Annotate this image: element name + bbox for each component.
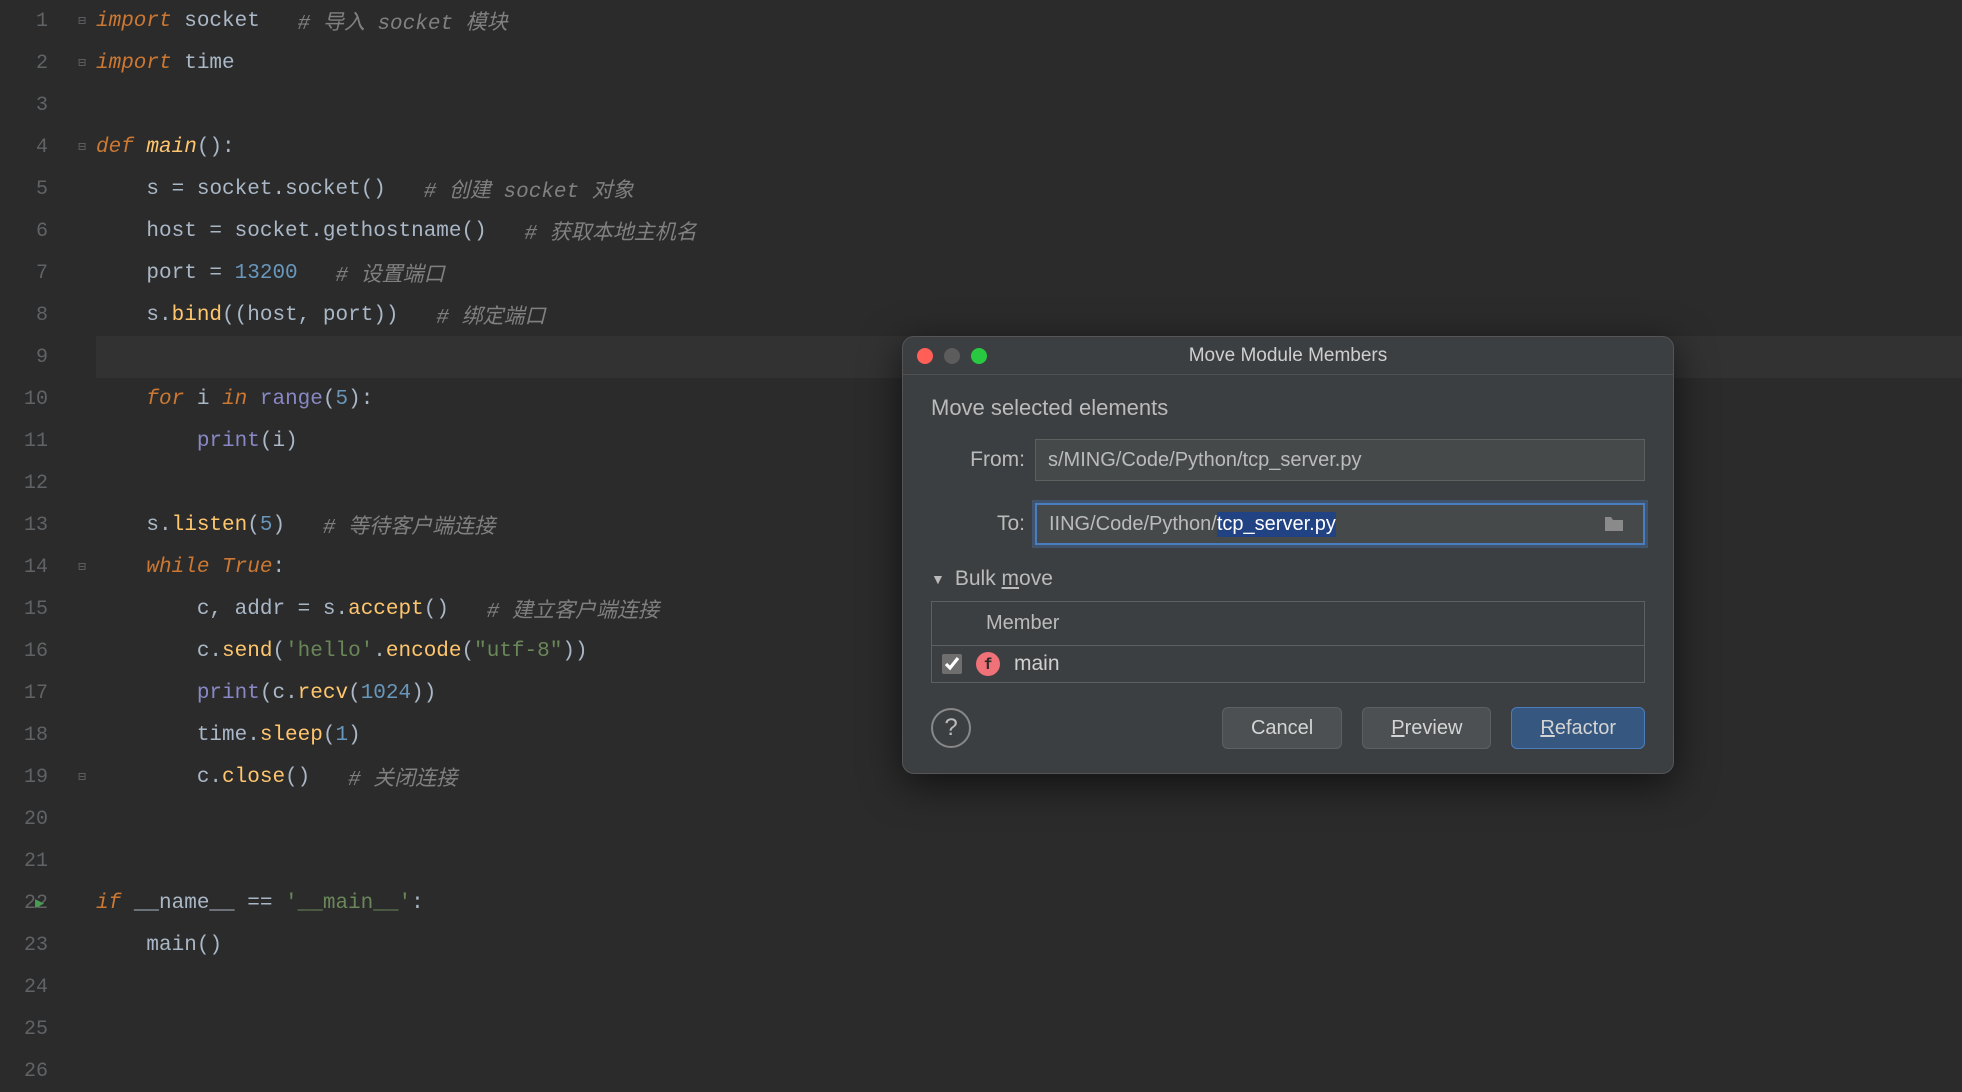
help-button[interactable]: ? xyxy=(931,708,971,748)
code-line[interactable] xyxy=(96,840,1962,882)
gutter-line: 15 xyxy=(0,588,96,630)
gutter-line: 4⊟ xyxy=(0,126,96,168)
gutter-line: 7 xyxy=(0,252,96,294)
code-line[interactable] xyxy=(96,966,1962,1008)
code-line[interactable]: import time xyxy=(96,42,1962,84)
to-input-selection: tcp_server.py xyxy=(1217,512,1336,537)
gutter-line: 18 xyxy=(0,714,96,756)
code-line[interactable]: import socket # 导入 socket 模块 xyxy=(96,0,1962,42)
code-line[interactable]: host = socket.gethostname() # 获取本地主机名 xyxy=(96,210,1962,252)
bulk-move-disclosure[interactable]: ▼ Bulk move xyxy=(931,567,1645,591)
member-row[interactable]: fmain xyxy=(932,646,1644,682)
code-line[interactable]: s.bind((host, port)) # 绑定端口 xyxy=(96,294,1962,336)
member-name: main xyxy=(1014,652,1060,676)
preview-button[interactable]: Preview xyxy=(1362,707,1491,749)
code-line[interactable]: if __name__ == '__main__': xyxy=(96,882,1962,924)
fold-icon[interactable]: ⊟ xyxy=(78,560,86,575)
fold-icon[interactable]: ⊟ xyxy=(78,770,86,785)
code-line[interactable]: main() xyxy=(96,924,1962,966)
gutter-line: 17 xyxy=(0,672,96,714)
fold-icon[interactable]: ⊟ xyxy=(78,14,86,29)
from-input[interactable] xyxy=(1035,439,1645,481)
window-controls xyxy=(917,348,987,364)
gutter-line: 21 xyxy=(0,840,96,882)
gutter-line: 10 xyxy=(0,378,96,420)
to-input[interactable]: IING/Code/Python/tcp_server.py xyxy=(1035,503,1645,545)
gutter-line: 26 xyxy=(0,1050,96,1092)
code-line[interactable]: port = 13200 # 设置端口 xyxy=(96,252,1962,294)
gutter-line: 5 xyxy=(0,168,96,210)
to-input-prefix: IING/Code/Python/ xyxy=(1049,513,1217,536)
gutter-line: 20 xyxy=(0,798,96,840)
gutter-line: 23 xyxy=(0,924,96,966)
member-table-header: Member xyxy=(932,602,1644,646)
gutter-line: 19⊟ xyxy=(0,756,96,798)
gutter-line: 2⊟ xyxy=(0,42,96,84)
gutter-line: 13 xyxy=(0,504,96,546)
gutter-line: 24 xyxy=(0,966,96,1008)
gutter-line: 3 xyxy=(0,84,96,126)
minimize-icon xyxy=(944,348,960,364)
gutter-line: 22▶ xyxy=(0,882,96,924)
folder-icon[interactable] xyxy=(1597,509,1631,539)
cancel-button[interactable]: Cancel xyxy=(1222,707,1342,749)
code-line[interactable]: def main(): xyxy=(96,126,1962,168)
gutter-line: 14⊟ xyxy=(0,546,96,588)
code-line[interactable]: s = socket.socket() # 创建 socket 对象 xyxy=(96,168,1962,210)
fold-icon[interactable]: ⊟ xyxy=(78,56,86,71)
member-table: Member fmain xyxy=(931,601,1645,683)
code-line[interactable] xyxy=(96,84,1962,126)
member-checkbox[interactable] xyxy=(942,654,962,674)
code-line[interactable] xyxy=(96,1050,1962,1092)
function-icon: f xyxy=(976,652,1000,676)
refactor-button[interactable]: Refactor xyxy=(1511,707,1645,749)
gutter-line: 25 xyxy=(0,1008,96,1050)
gutter-line: 12 xyxy=(0,462,96,504)
from-row: From: xyxy=(931,439,1645,481)
close-icon[interactable] xyxy=(917,348,933,364)
dialog-title: Move Module Members xyxy=(903,345,1673,367)
maximize-icon[interactable] xyxy=(971,348,987,364)
code-line[interactable] xyxy=(96,798,1962,840)
move-module-dialog: Move Module Members Move selected elemen… xyxy=(902,336,1674,774)
gutter-line: 16 xyxy=(0,630,96,672)
editor-gutter: 1⊟2⊟34⊟567891011121314⊟1516171819⊟202122… xyxy=(0,0,96,1092)
code-line[interactable] xyxy=(96,1008,1962,1050)
gutter-line: 9 xyxy=(0,336,96,378)
chevron-down-icon: ▼ xyxy=(931,571,945,587)
dialog-titlebar: Move Module Members xyxy=(903,337,1673,375)
gutter-line: 11 xyxy=(0,420,96,462)
fold-icon[interactable]: ⊟ xyxy=(78,140,86,155)
run-gutter-icon[interactable]: ▶ xyxy=(35,894,44,913)
gutter-line: 1⊟ xyxy=(0,0,96,42)
from-label: From: xyxy=(931,448,1035,472)
to-label: To: xyxy=(931,512,1035,536)
gutter-line: 6 xyxy=(0,210,96,252)
dialog-section-title: Move selected elements xyxy=(931,395,1645,421)
to-row: To: IING/Code/Python/tcp_server.py xyxy=(931,503,1645,545)
gutter-line: 8 xyxy=(0,294,96,336)
